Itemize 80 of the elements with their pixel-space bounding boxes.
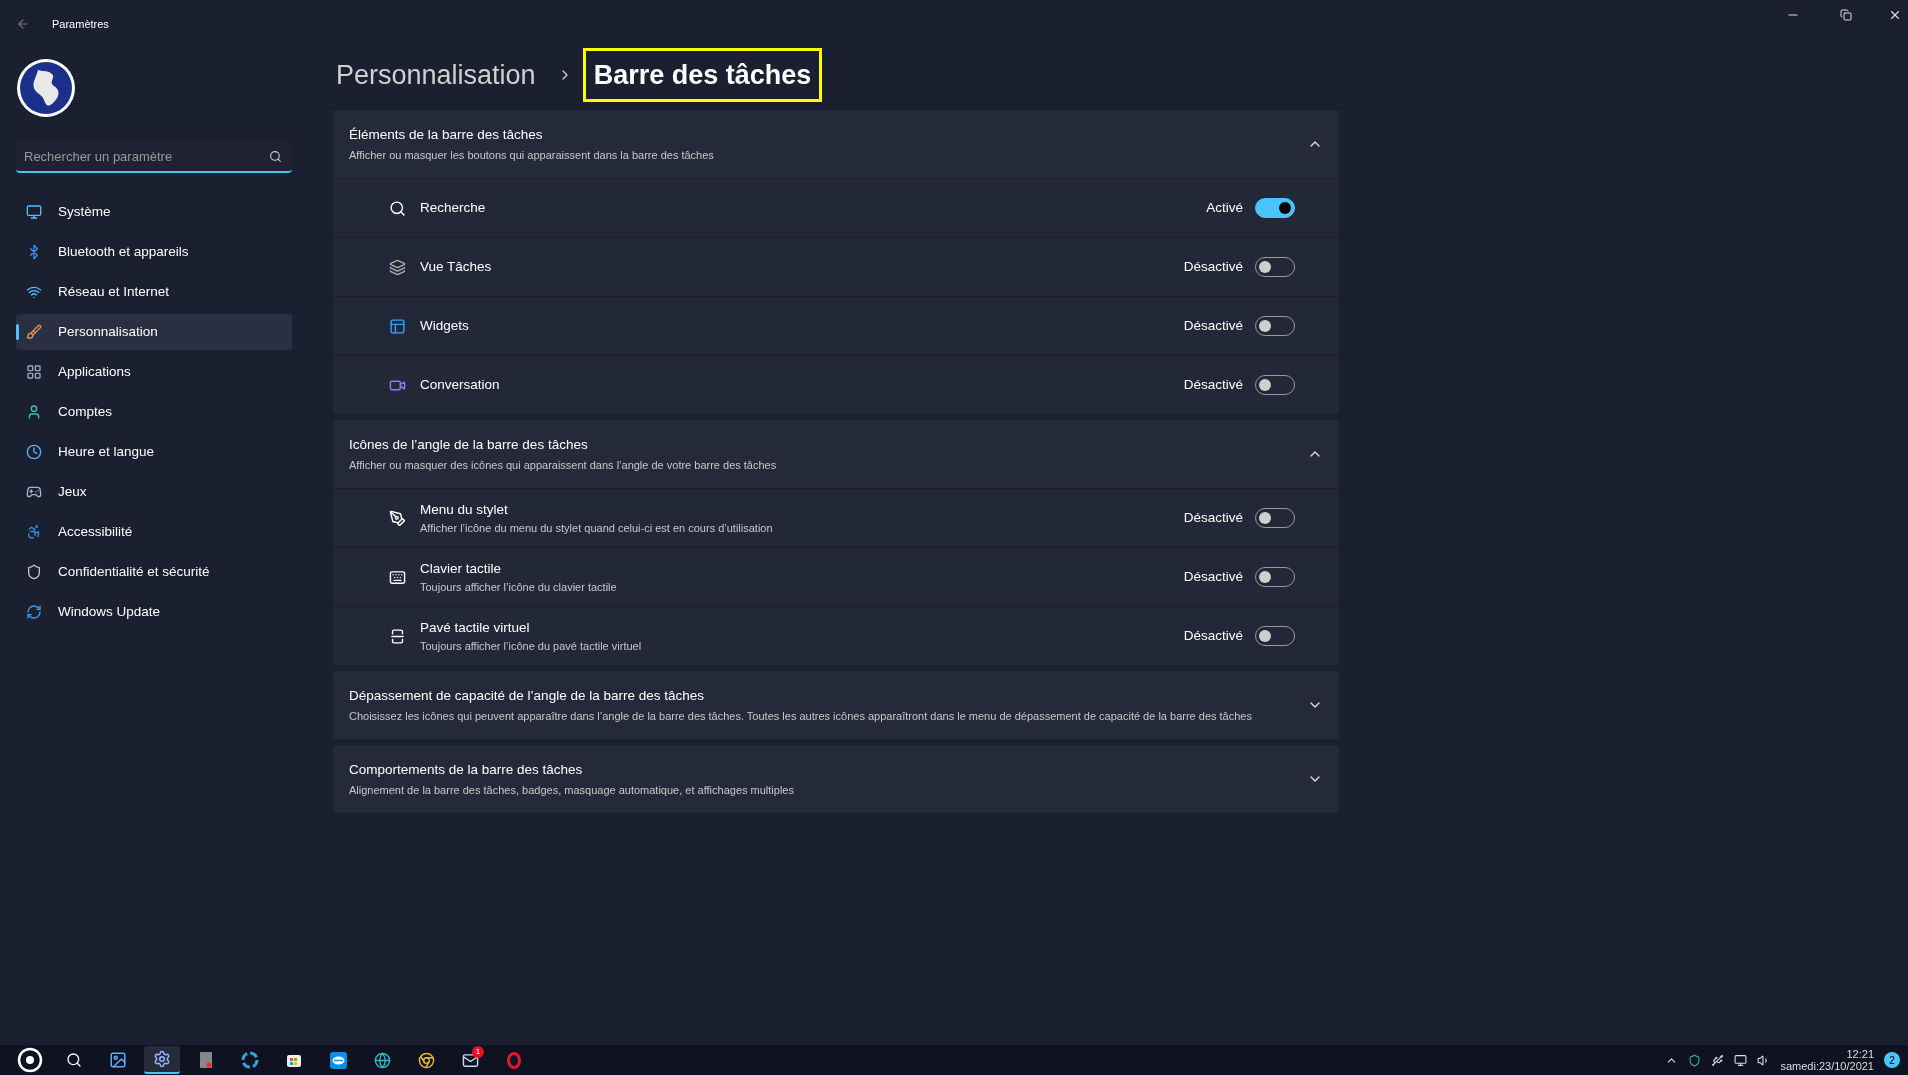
- back-icon[interactable]: [16, 17, 30, 31]
- setting-description: Afficher l’icône du menu du stylet quand celui-ci est en cours d’utilisation: [420, 520, 773, 536]
- nav-item[interactable]: Réseau et Internet: [16, 274, 292, 310]
- stacked-windows-icon: [389, 258, 406, 276]
- section-title: Dépassement de capacité de l’angle de la barre des tâches: [349, 686, 705, 705]
- close-icon[interactable]: [1888, 8, 1902, 22]
- search-icon: [389, 199, 406, 217]
- mail-icon[interactable]: [461, 1051, 479, 1069]
- nav-icon: [26, 364, 42, 380]
- notification-count[interactable]: 2: [1884, 1052, 1900, 1068]
- restore-icon[interactable]: [1840, 9, 1852, 21]
- setting-label: Vue Tâches: [420, 257, 492, 276]
- toggle-status: Désactivé: [1183, 626, 1243, 645]
- setting-description: Toujours afficher l’icône du clavier tactile: [420, 579, 617, 595]
- clock-time[interactable]: 12:21: [1846, 1048, 1874, 1060]
- ring-o-icon[interactable]: [507, 1051, 521, 1069]
- keyboard-icon: [389, 568, 406, 586]
- toggle-status: Désactivé: [1183, 508, 1243, 527]
- nav-item[interactable]: Bluetooth et appareils: [16, 234, 292, 270]
- ring-icon[interactable]: [241, 1051, 259, 1069]
- nav-item[interactable]: Windows Update: [16, 594, 292, 630]
- shield-icon[interactable]: [1688, 1053, 1702, 1067]
- search-field[interactable]: Rechercher un paramètre: [16, 141, 292, 173]
- section-description: Afficher ou masquer des icônes qui apparaissent dans l’angle de votre barre des tâches: [349, 458, 777, 474]
- nav-icon: [26, 204, 42, 220]
- section-title: Comportements de la barre des tâches: [349, 760, 584, 779]
- nav-item[interactable]: Accessibilité: [16, 514, 292, 550]
- toggle-status: Désactivé: [1183, 567, 1243, 586]
- nav-icon: [26, 564, 42, 580]
- notification-badge: 1: [472, 1046, 484, 1058]
- nav-icon: [26, 444, 42, 460]
- search-icon: [269, 150, 282, 163]
- setting-label: Pavé tactile virtuel: [420, 618, 531, 637]
- toggle-status: Désactivé: [1183, 316, 1243, 335]
- toggle-status: Désactivé: [1183, 375, 1243, 394]
- avatar-globe-icon: [16, 58, 76, 118]
- nav-item[interactable]: Personnalisation: [16, 314, 292, 350]
- nav-item[interactable]: Comptes: [16, 394, 292, 430]
- usb-icon[interactable]: [1711, 1053, 1725, 1067]
- section-description: Choisissez les icônes qui peuvent apparaître dans l’angle de la barre des tâches. Toutes les autres icônes apparaîtront dans le menu de dépassement de capacité de la barre des tâches: [349, 709, 1252, 725]
- clock-date[interactable]: samedi:23/10/2021: [1780, 1060, 1874, 1072]
- store-bag-icon[interactable]: [286, 1052, 302, 1068]
- section-title: Icônes de l’angle de la barre des tâches: [349, 435, 589, 454]
- setting-label: Widgets: [420, 316, 469, 335]
- browser-icon[interactable]: [417, 1051, 435, 1069]
- pen-icon: [389, 509, 406, 527]
- widgets-icon: [389, 317, 406, 335]
- setting-label: Menu du stylet: [420, 500, 509, 519]
- taskbar-app[interactable]: 1: [452, 1046, 488, 1074]
- nav-icon: [26, 604, 42, 620]
- server-icon[interactable]: [199, 1051, 213, 1069]
- nav-item[interactable]: Heure et langue: [16, 434, 292, 470]
- nav-item[interactable]: Confidentialité et sécurité: [16, 554, 292, 590]
- breadcrumb-item: Barre des tâches: [582, 47, 823, 103]
- section-title: Éléments de la barre des tâches: [349, 125, 544, 144]
- taskbar-app[interactable]: [144, 1046, 180, 1074]
- breadcrumb-item[interactable]: Personnalisation: [325, 47, 547, 103]
- toggle-switch[interactable]: [1255, 198, 1295, 218]
- circle-target-icon[interactable]: [17, 1047, 43, 1073]
- toggle-status: Activé: [1206, 198, 1243, 217]
- toggle-status: Désactivé: [1183, 257, 1243, 276]
- section-description: Alignement de la barre des tâches, badges, masquage automatique, et affichages multiples: [349, 783, 794, 799]
- nav-icon: [26, 524, 42, 540]
- settings-icon[interactable]: [153, 1050, 171, 1068]
- globe-icon[interactable]: [373, 1051, 391, 1069]
- section-description: Afficher ou masquer les boutons qui apparaissent dans la barre des tâches: [349, 148, 714, 164]
- nav-item[interactable]: Système: [16, 194, 292, 230]
- setting-label: Conversation: [420, 375, 500, 394]
- nav-icon: [26, 284, 42, 300]
- nav-item[interactable]: Jeux: [16, 474, 292, 510]
- photo-icon[interactable]: [109, 1051, 127, 1069]
- nav-icon: [26, 404, 42, 420]
- search-icon[interactable]: [66, 1052, 82, 1068]
- nav-item[interactable]: Applications: [16, 354, 292, 390]
- setting-label: Clavier tactile: [420, 559, 503, 578]
- setting-description: Toujours afficher l’icône du pavé tactile virtuel: [420, 638, 642, 654]
- window-title: Paramètres: [52, 16, 109, 32]
- setting-label: Recherche: [420, 198, 486, 217]
- nav-icon: [26, 324, 42, 340]
- nav-icon: [26, 484, 42, 500]
